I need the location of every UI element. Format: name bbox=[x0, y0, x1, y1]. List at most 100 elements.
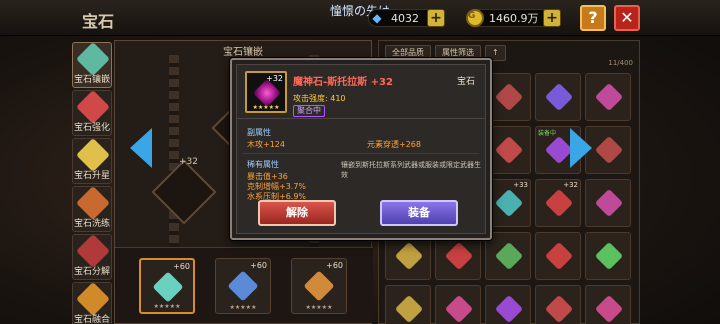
socket-level: +32 bbox=[179, 157, 198, 167]
inventory-cell[interactable] bbox=[585, 232, 631, 280]
gem-icon bbox=[594, 82, 624, 112]
inventory-count: 11/400 bbox=[608, 59, 633, 67]
gem-icon bbox=[394, 294, 424, 324]
gem-icon bbox=[444, 241, 474, 271]
release-button[interactable]: 解除 bbox=[258, 200, 336, 226]
close-button[interactable]: ✕ bbox=[614, 5, 640, 31]
divider bbox=[243, 153, 479, 154]
gem-stars: ★★★★★ bbox=[305, 304, 333, 311]
star-icon bbox=[76, 138, 110, 172]
popup-header: +32 ★★★★★ 魔神石-斯托拉斯 +32 宝石 攻击强度: 410 聚合中 bbox=[237, 65, 485, 119]
equipped-tag: 装备中 bbox=[538, 130, 557, 137]
sidebar-item-label: 宝石升星 bbox=[73, 171, 110, 181]
gem-icon bbox=[152, 271, 184, 303]
status-badge: 聚合中 bbox=[293, 105, 325, 117]
add-gems-button[interactable]: + bbox=[427, 9, 445, 27]
sidebar-item-gem-decompose[interactable]: 宝石分解 bbox=[72, 234, 112, 280]
gem-slot-level: +60 bbox=[173, 262, 190, 271]
gem-socket[interactable] bbox=[151, 159, 217, 225]
secondary-attr-left: 木攻+124 bbox=[247, 140, 285, 149]
secondary-attr-right: 元素穿透+268 bbox=[367, 140, 421, 149]
inventory-cell[interactable] bbox=[585, 73, 631, 121]
gem-detail-popup: +32 ★★★★★ 魔神石-斯托拉斯 +32 宝石 攻击强度: 410 聚合中 … bbox=[230, 58, 492, 240]
item-level: +32 bbox=[266, 74, 283, 83]
gem-icon bbox=[544, 188, 574, 218]
sidebar-item-gem-reroll[interactable]: 宝石洗练 bbox=[72, 186, 112, 232]
help-button[interactable]: ? bbox=[580, 5, 606, 31]
gem-decompose-icon bbox=[76, 234, 110, 268]
gold-currency: G 1460.9万 + bbox=[466, 9, 561, 27]
gem-icon bbox=[494, 82, 524, 112]
sidebar-item-label: 宝石镶嵌 bbox=[73, 75, 110, 85]
sidebar-item-gem-inlay[interactable]: 宝石镶嵌 bbox=[72, 42, 112, 88]
gem-slot-row: +60 ★★★★★ +60 ★★★★★ +60 ★★★★★ bbox=[115, 247, 373, 323]
gem-icon bbox=[444, 294, 474, 324]
top-bar: 憧憬の先は 宝石 ◆ 4032 + G 1460.9万 + ? ✕ bbox=[0, 0, 720, 36]
inventory-cell[interactable] bbox=[535, 73, 581, 121]
inventory-cell[interactable] bbox=[485, 232, 531, 280]
gem-slot-level: +60 bbox=[326, 261, 343, 270]
gold-coin-icon: G bbox=[466, 9, 484, 27]
sidebar-item-gem-fusion[interactable]: 宝石融合 bbox=[72, 282, 112, 324]
sidebar-item-gem-enhance[interactable]: 宝石强化 bbox=[72, 90, 112, 136]
gem-slot[interactable]: +60 ★★★★★ bbox=[291, 258, 347, 314]
magic-gem-icon bbox=[252, 78, 282, 108]
sidebar-item-label: 宝石分解 bbox=[73, 267, 110, 277]
gem-icon bbox=[544, 82, 574, 112]
gem-icon bbox=[303, 270, 335, 302]
item-stars: ★★★★★ bbox=[252, 104, 280, 111]
inventory-cell[interactable] bbox=[485, 285, 531, 324]
gem-icon bbox=[494, 188, 524, 218]
diamond-icon: ◆ bbox=[372, 11, 382, 25]
gem-reroll-icon bbox=[76, 186, 110, 220]
sidebar-item-label: 宝石融合 bbox=[73, 315, 110, 324]
gem-slot[interactable]: +60 ★★★★★ bbox=[139, 258, 195, 314]
sidebar-item-label: 宝石强化 bbox=[73, 123, 110, 133]
side-menu: 宝石镶嵌 宝石强化 宝石升星 宝石洗练 宝石分解 宝石融合 bbox=[72, 42, 112, 324]
gem-stars: ★★★★★ bbox=[229, 304, 257, 311]
inventory-cell[interactable] bbox=[535, 285, 581, 324]
chain-decoration bbox=[169, 55, 179, 255]
gem-currency: ◆ 4032 + bbox=[368, 9, 445, 27]
item-icon-frame: +32 ★★★★★ bbox=[245, 71, 287, 113]
sidebar-item-label: 宝石洗练 bbox=[73, 219, 110, 229]
item-type: 宝石 bbox=[456, 77, 475, 87]
inventory-cell[interactable] bbox=[435, 285, 481, 324]
item-name: 魔神石-斯托拉斯 +32 bbox=[293, 77, 393, 88]
inventory-cell[interactable]: +32 bbox=[535, 179, 581, 227]
page-title: 宝石 bbox=[82, 12, 115, 31]
secondary-attr-title: 副属性 bbox=[247, 128, 271, 137]
inventory-cell[interactable] bbox=[585, 179, 631, 227]
gem-enhance-icon bbox=[76, 90, 110, 124]
gem-icon bbox=[544, 241, 574, 271]
gem-stars: ★★★★★ bbox=[153, 303, 181, 310]
add-gold-button[interactable]: + bbox=[543, 9, 561, 27]
item-main-stat: 攻击强度: 410 bbox=[293, 94, 346, 103]
previous-arrow-icon[interactable] bbox=[130, 128, 152, 168]
gem-slot[interactable]: +60 ★★★★★ bbox=[215, 258, 271, 314]
gem-icon bbox=[394, 241, 424, 271]
inventory-cell[interactable] bbox=[585, 285, 631, 324]
sidebar-item-gem-star[interactable]: 宝石升星 bbox=[72, 138, 112, 184]
gem-icon bbox=[594, 188, 624, 218]
gem-icon bbox=[594, 241, 624, 271]
gem-icon bbox=[544, 135, 574, 165]
inventory-cell-level: +33 bbox=[513, 181, 528, 189]
gem-icon bbox=[494, 135, 524, 165]
gem-icon bbox=[594, 135, 624, 165]
rare-attr-title: 稀有属性 bbox=[247, 160, 279, 169]
gem-panel-title: 宝石镶嵌 bbox=[223, 47, 263, 58]
next-arrow-icon[interactable] bbox=[570, 128, 592, 168]
inventory-cell[interactable] bbox=[535, 232, 581, 280]
inventory-cell[interactable] bbox=[385, 285, 431, 324]
gem-slot-level: +60 bbox=[250, 261, 267, 270]
rare-attr-description: 镶嵌到斯托拉斯系列武器或服装或限定武器生效 bbox=[341, 161, 481, 179]
gem-inlay-icon bbox=[76, 42, 110, 76]
gem-icon bbox=[594, 294, 624, 324]
inventory-cell-level: +32 bbox=[563, 181, 578, 189]
gem-icon bbox=[227, 270, 259, 302]
gem-icon bbox=[494, 241, 524, 271]
equip-button[interactable]: 装备 bbox=[380, 200, 458, 226]
gem-fusion-icon bbox=[76, 282, 110, 316]
gem-icon bbox=[494, 294, 524, 324]
